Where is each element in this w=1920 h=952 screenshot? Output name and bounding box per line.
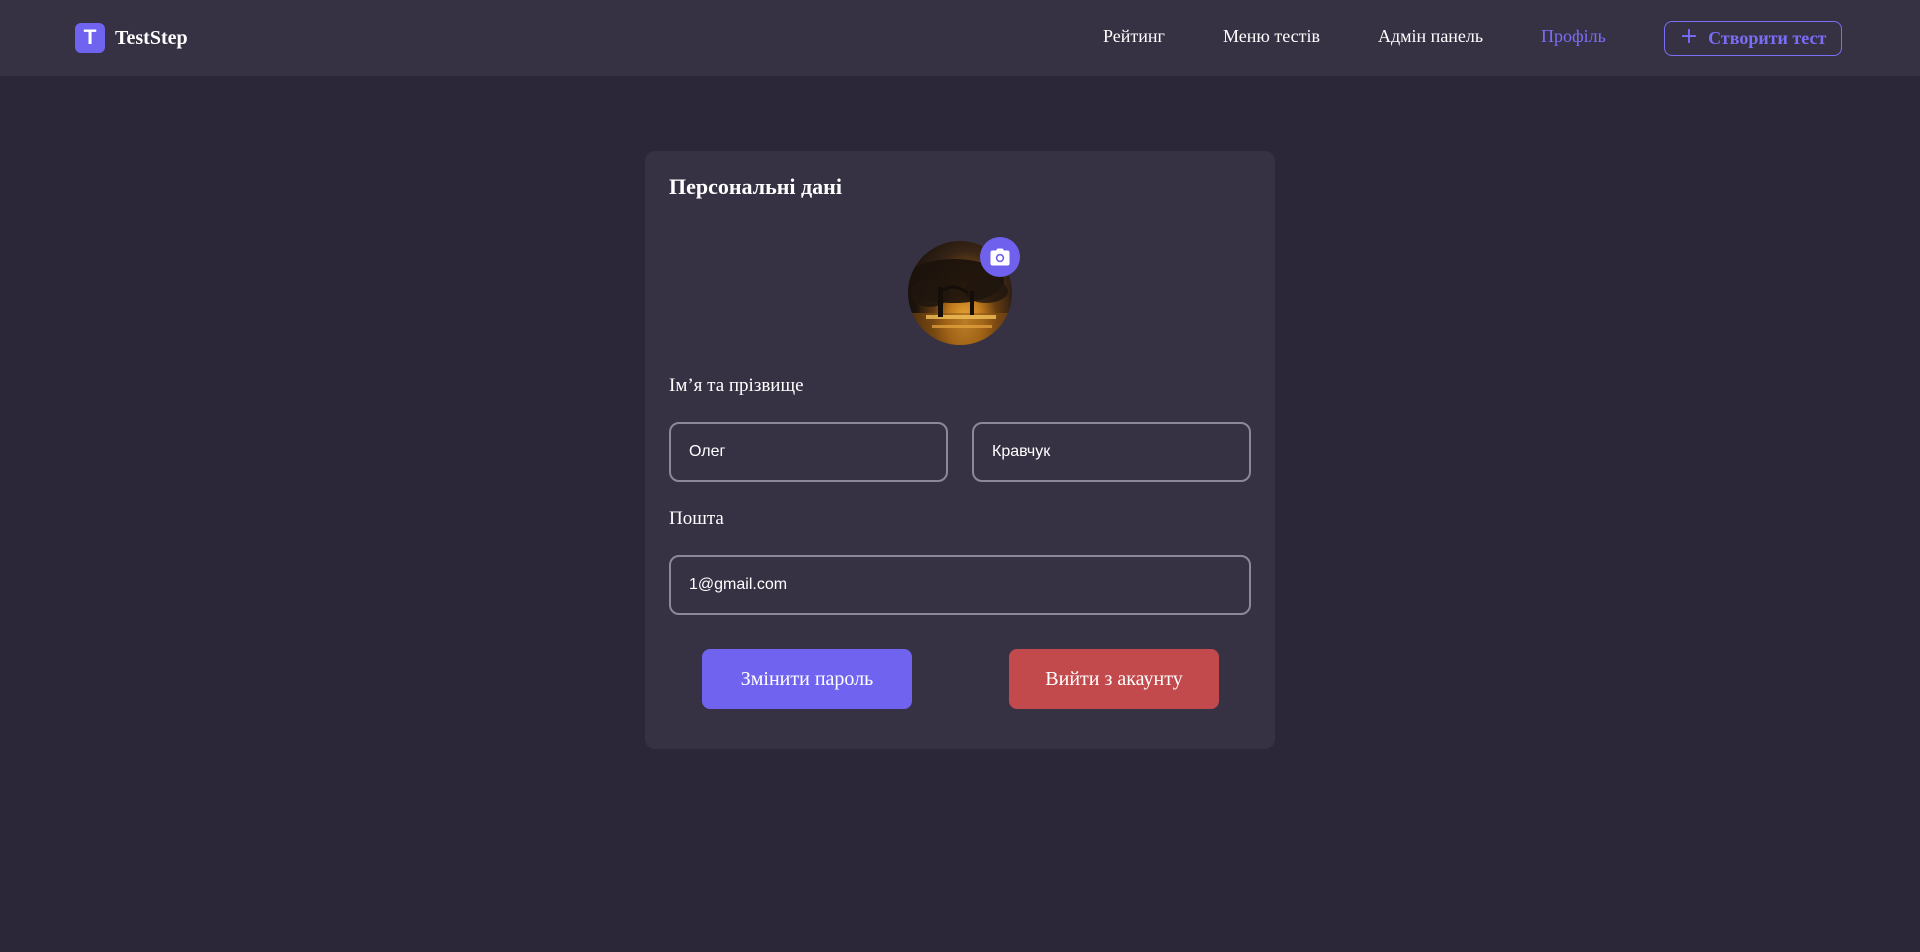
nav-item-rating[interactable]: Рейтинг xyxy=(1103,26,1165,47)
email-label: Пошта xyxy=(669,508,724,529)
logout-button[interactable]: Вийти з акаунту xyxy=(1009,649,1219,709)
create-test-label: Створити тест xyxy=(1708,28,1827,48)
card-title: Персональні дані xyxy=(669,174,842,199)
top-navbar: T TestStep Рейтинг Меню тестів Адмін пан… xyxy=(0,0,1920,76)
main-nav: Рейтинг Меню тестів Адмін панель Профіль xyxy=(0,0,1920,76)
create-test-button[interactable]: + Створити тест xyxy=(1664,21,1842,56)
change-avatar-button[interactable] xyxy=(980,237,1020,277)
nav-item-profile[interactable]: Профіль xyxy=(1541,26,1606,47)
first-name-input[interactable] xyxy=(669,422,948,482)
nav-item-tests-menu[interactable]: Меню тестів xyxy=(1223,26,1320,47)
name-label: Ім’я та прізвище xyxy=(669,375,804,396)
camera-icon xyxy=(990,248,1010,266)
last-name-input[interactable] xyxy=(972,422,1251,482)
avatar-container xyxy=(908,237,1020,345)
profile-card: Персональні дані Ім’я та прізвище Олег К… xyxy=(645,151,1275,749)
change-password-button[interactable]: Змінити пароль xyxy=(702,649,912,709)
plus-icon: + xyxy=(1679,24,1699,49)
nav-item-admin-panel[interactable]: Адмін панель xyxy=(1378,26,1483,47)
email-input[interactable] xyxy=(669,555,1251,615)
